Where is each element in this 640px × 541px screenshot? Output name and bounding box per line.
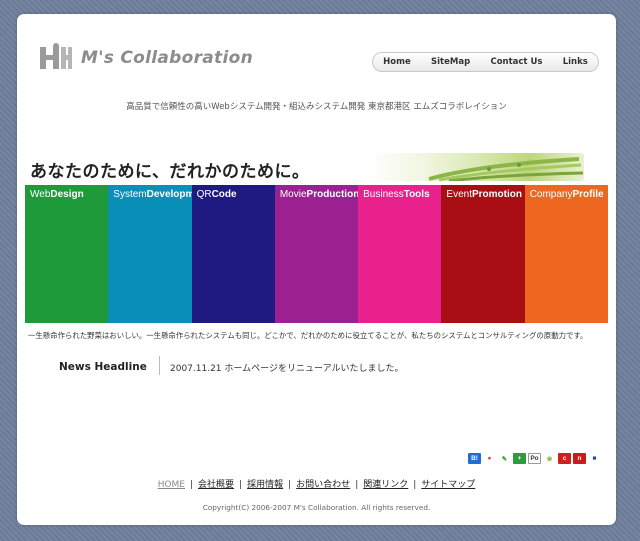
hatena-bookmark-icon[interactable]: B! bbox=[468, 453, 481, 464]
vegetable-banner-image bbox=[369, 153, 584, 181]
social-bookmark-icons: B! ● ✎ + Po ❀ c n ■ bbox=[468, 453, 601, 464]
category-business-tools[interactable]: BusinessTools bbox=[358, 185, 442, 323]
nifty-clip-icon[interactable]: c bbox=[558, 453, 571, 464]
livedoor-clip-icon[interactable]: ✎ bbox=[498, 453, 511, 464]
footer-link-home[interactable]: HOME bbox=[158, 480, 185, 490]
newsing-icon[interactable]: n bbox=[573, 453, 586, 464]
category-label: CompanyProfile bbox=[529, 189, 604, 200]
nav-contact-us[interactable]: Contact Us bbox=[490, 57, 542, 67]
category-label: WebDesign bbox=[30, 189, 84, 200]
footer-separator: | bbox=[239, 480, 243, 490]
copyright: Copyright(C) 2006-2007 M's Collaboration… bbox=[202, 503, 431, 512]
footer-separator: | bbox=[355, 480, 359, 490]
footer-link-company[interactable]: 会社概要 bbox=[198, 480, 234, 490]
top-navigation: Home SiteMap Contact Us Links bbox=[372, 52, 599, 72]
category-qr-code[interactable]: QRCode bbox=[191, 185, 275, 323]
logo-mark-icon bbox=[40, 43, 72, 69]
footer-link-recruit[interactable]: 採用情報 bbox=[247, 480, 283, 490]
nav-sitemap[interactable]: SiteMap bbox=[431, 57, 470, 67]
category-label: QRCode bbox=[196, 189, 237, 200]
category-system-development[interactable]: SystemDevelopment bbox=[108, 185, 192, 323]
category-movie-production[interactable]: MovieProduction bbox=[274, 185, 359, 323]
delicious-icon[interactable]: ■ bbox=[588, 453, 601, 464]
logo-text: M's Collaboration bbox=[81, 48, 253, 68]
news-divider bbox=[159, 356, 160, 375]
page-container: M's Collaboration Home SiteMap Contact U… bbox=[17, 14, 616, 525]
category-label: SystemDevelopment bbox=[113, 189, 192, 200]
nav-links[interactable]: Links bbox=[563, 57, 588, 67]
asparagus-graphic bbox=[428, 157, 584, 181]
footer-separator: | bbox=[190, 480, 194, 490]
footer-link-contact[interactable]: お問い合わせ bbox=[296, 480, 350, 490]
catchcopy-heading: あなたのために、だれかのために。 bbox=[30, 162, 310, 182]
news-heading: News Headline bbox=[59, 361, 147, 373]
category-bands: WebDesign SystemDevelopment QRCode Movie… bbox=[25, 185, 608, 323]
buzzurl-icon[interactable]: ● bbox=[483, 453, 496, 464]
choix-icon[interactable]: ❀ bbox=[543, 453, 556, 464]
category-web-design[interactable]: WebDesign bbox=[25, 185, 109, 323]
category-event-promotion[interactable]: EventPromotion bbox=[441, 185, 525, 323]
category-label: BusinessTools bbox=[363, 189, 430, 200]
footer-separator: | bbox=[288, 480, 292, 490]
pookmark-icon[interactable]: Po bbox=[528, 453, 541, 464]
footer-separator: | bbox=[413, 480, 417, 490]
footer-link-related[interactable]: 関連リンク bbox=[363, 480, 408, 490]
site-logo[interactable]: M's Collaboration bbox=[39, 42, 253, 74]
category-label: EventPromotion bbox=[446, 189, 522, 200]
nav-home[interactable]: Home bbox=[383, 57, 411, 67]
yahoo-bookmark-icon[interactable]: + bbox=[513, 453, 526, 464]
mission-statement: 一生懸命作られた野菜はおいしい。一生懸命作られたシステムも同じ。どこかで、だれか… bbox=[28, 331, 588, 340]
category-company-profile[interactable]: CompanyProfile bbox=[524, 185, 608, 323]
footer-navigation: HOME | 会社概要 | 採用情報 | お問い合わせ | 関連リンク | サイトマップ bbox=[17, 477, 616, 490]
footer-link-sitemap[interactable]: サイトマップ bbox=[421, 480, 475, 490]
category-label: MovieProduction bbox=[279, 189, 359, 200]
news-item: 2007.11.21 ホームページをリニューアルいたしました。 bbox=[170, 364, 404, 374]
tagline: 高品質で信頼性の高いWebシステム開発・組込みシステム開発 東京都港区 エムズコ… bbox=[126, 102, 507, 112]
